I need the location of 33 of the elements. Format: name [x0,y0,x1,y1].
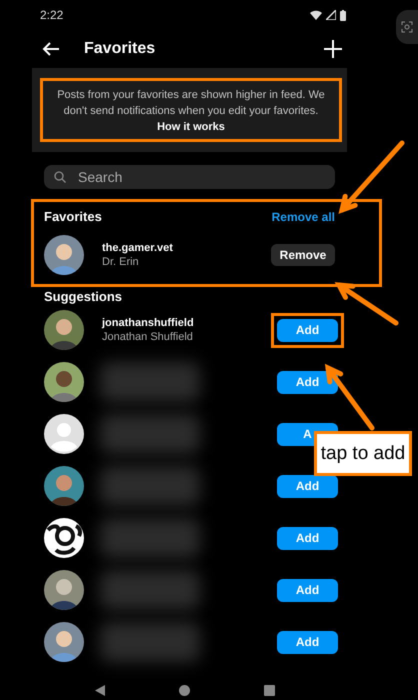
nav-home-icon[interactable] [179,684,190,696]
remove-all-link[interactable]: Remove all [272,210,335,224]
add-button[interactable]: Add [277,370,338,394]
battery-icon [340,10,346,20]
remove-button[interactable]: Remove [271,244,335,266]
username: jonathanshuffield [102,317,194,329]
add-button[interactable]: Add [277,578,338,602]
nav-recents-icon[interactable] [264,684,275,696]
full-name: Jonathan Shuffield [102,331,194,343]
add-icon[interactable] [324,40,342,58]
default-avatar-icon [44,414,84,454]
callout-label: tap to add [314,431,412,476]
add-button[interactable]: Add [277,630,338,654]
nav-back-icon[interactable] [95,684,105,696]
page-title: Favorites [84,40,156,58]
back-button[interactable] [42,42,60,56]
add-button[interactable]: Add [277,318,338,342]
add-button[interactable]: Add [277,526,338,550]
screenshot-icon[interactable] [401,21,413,33]
status-time: 2:22 [40,8,64,22]
wifi-icon [310,10,322,20]
search-icon [54,171,66,183]
search-input[interactable]: Search [76,168,300,186]
signal-icon [326,10,336,20]
section-title: Suggestions [44,289,124,304]
username: the.gamer.vet [102,242,174,254]
add-button[interactable]: Add [277,474,338,498]
full-name: Dr. Erin [102,256,140,268]
logo-avatar-icon [44,518,84,558]
section-title: Favorites [44,209,102,224]
search-field[interactable]: Search [44,165,335,189]
info-text: Posts from your favorites are shown higher in feed. We don't send notifications when you edit your favorites. [56,88,326,119]
how-it-works-link[interactable]: How it works [157,121,225,133]
